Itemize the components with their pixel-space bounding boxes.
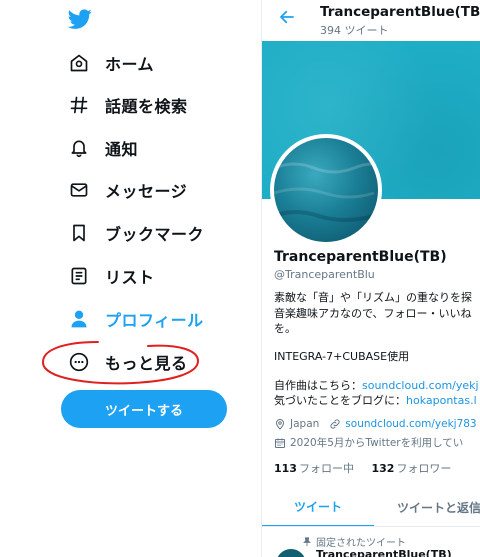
pinned-tweet-author: TranceparentBlue(TB) bbox=[316, 548, 452, 557]
pin-icon bbox=[302, 536, 312, 547]
nav-lists[interactable]: リスト bbox=[67, 261, 155, 291]
profile-avatar[interactable] bbox=[270, 134, 382, 246]
bio-line: INTEGRA-7+CUBASE使用 bbox=[274, 350, 410, 363]
nav-home[interactable]: ホーム bbox=[67, 48, 154, 78]
profile-joined-row: 2020年5月からTwitterを利用してい bbox=[274, 435, 463, 450]
bio-line: 音楽趣味アカなので、フォロー・いいね bbox=[274, 307, 472, 320]
nav-messages[interactable]: メッセージ bbox=[67, 175, 187, 205]
nav-lists-label: リスト bbox=[105, 268, 155, 287]
link-icon bbox=[329, 418, 341, 430]
profile-joined-date: 2020年5月からTwitterを利用してい bbox=[290, 437, 464, 449]
nav-home-label: ホーム bbox=[105, 55, 155, 74]
bio-link-prefix: 気づいたことをブログに： bbox=[274, 394, 406, 407]
profile-name: TranceparentBlue(TB) bbox=[274, 249, 447, 265]
twitter-logo-icon[interactable] bbox=[67, 7, 93, 31]
tab-tweets-and-replies[interactable]: ツイートと返信 bbox=[374, 487, 480, 527]
followers-count: 132 bbox=[371, 462, 395, 475]
nav-notifications-label: 通知 bbox=[105, 140, 139, 159]
nav-explore-label: 話題を検索 bbox=[105, 97, 188, 116]
left-nav: ホーム 話題を検索 通知 メッセージ ブックマーク リスト プロフィール もっと… bbox=[0, 0, 262, 557]
list-icon bbox=[67, 264, 91, 288]
hashtag-icon bbox=[67, 93, 91, 117]
person-icon bbox=[67, 307, 91, 331]
nav-bookmarks[interactable]: ブックマーク bbox=[67, 218, 204, 248]
bio-link-line: 自作曲はこちら：soundcloud.com/yekj bbox=[274, 378, 480, 394]
followers-label: フォロワー bbox=[396, 462, 452, 475]
nav-notifications[interactable]: 通知 bbox=[67, 133, 138, 163]
profile-website-link[interactable]: soundcloud.com/yekj783 bbox=[345, 418, 476, 430]
bell-icon bbox=[67, 136, 91, 160]
header-profile-name: TranceparentBlue(TB) bbox=[320, 4, 480, 20]
nav-messages-label: メッセージ bbox=[105, 182, 188, 201]
tab-tweets[interactable]: ツイート bbox=[262, 487, 374, 527]
blog-link[interactable]: hokapontas.l bbox=[406, 394, 477, 407]
pinned-tweet-label: 固定されたツイート bbox=[316, 538, 406, 549]
pinned-tweet-label-row: 固定されたツイート bbox=[302, 534, 406, 549]
bio-line: を。 bbox=[274, 322, 296, 335]
nav-profile[interactable]: プロフィール bbox=[67, 304, 204, 334]
bio-link-line: 気づいたことをブログに：hokapontas.l bbox=[274, 393, 480, 409]
back-arrow-icon[interactable] bbox=[278, 8, 296, 26]
nav-profile-label: プロフィール bbox=[105, 311, 204, 330]
profile-location: Japan bbox=[290, 418, 320, 430]
bio-link-prefix: 自作曲はこちら： bbox=[274, 379, 362, 392]
home-icon bbox=[67, 51, 91, 75]
location-pin-icon bbox=[274, 418, 286, 430]
following-count: 113 bbox=[274, 462, 297, 475]
pinned-tweet-avatar[interactable] bbox=[276, 549, 306, 557]
followers-stat[interactable]: 132 フォロワー bbox=[371, 462, 451, 475]
following-stat[interactable]: 113 フォロー中 bbox=[274, 462, 354, 475]
soundcloud-link[interactable]: soundcloud.com/yekj bbox=[362, 379, 479, 392]
tweet-button[interactable]: ツイートする bbox=[61, 390, 227, 428]
tabs-divider bbox=[262, 526, 480, 527]
follow-stats: 113 フォロー中 132 フォロワー bbox=[274, 460, 451, 476]
profile-handle: @TranceparentBlu bbox=[274, 268, 375, 281]
red-circle-annotation bbox=[41, 341, 200, 385]
following-label: フォロー中 bbox=[298, 462, 354, 475]
nav-explore[interactable]: 話題を検索 bbox=[67, 90, 188, 120]
header-tweet-count: 394 ツイート bbox=[320, 24, 389, 37]
nav-bookmarks-label: ブックマーク bbox=[105, 225, 205, 244]
profile-meta-row: Japan soundcloud.com/yekj783 bbox=[274, 418, 477, 430]
calendar-icon bbox=[274, 437, 286, 449]
envelope-icon bbox=[67, 178, 91, 202]
bio-line: 素敵な「音」や「リズム」の重なりを探 bbox=[274, 291, 472, 304]
profile-column: TranceparentBlue(TB) 394 ツイート Trancepare… bbox=[262, 0, 480, 557]
bookmark-icon bbox=[67, 221, 91, 245]
